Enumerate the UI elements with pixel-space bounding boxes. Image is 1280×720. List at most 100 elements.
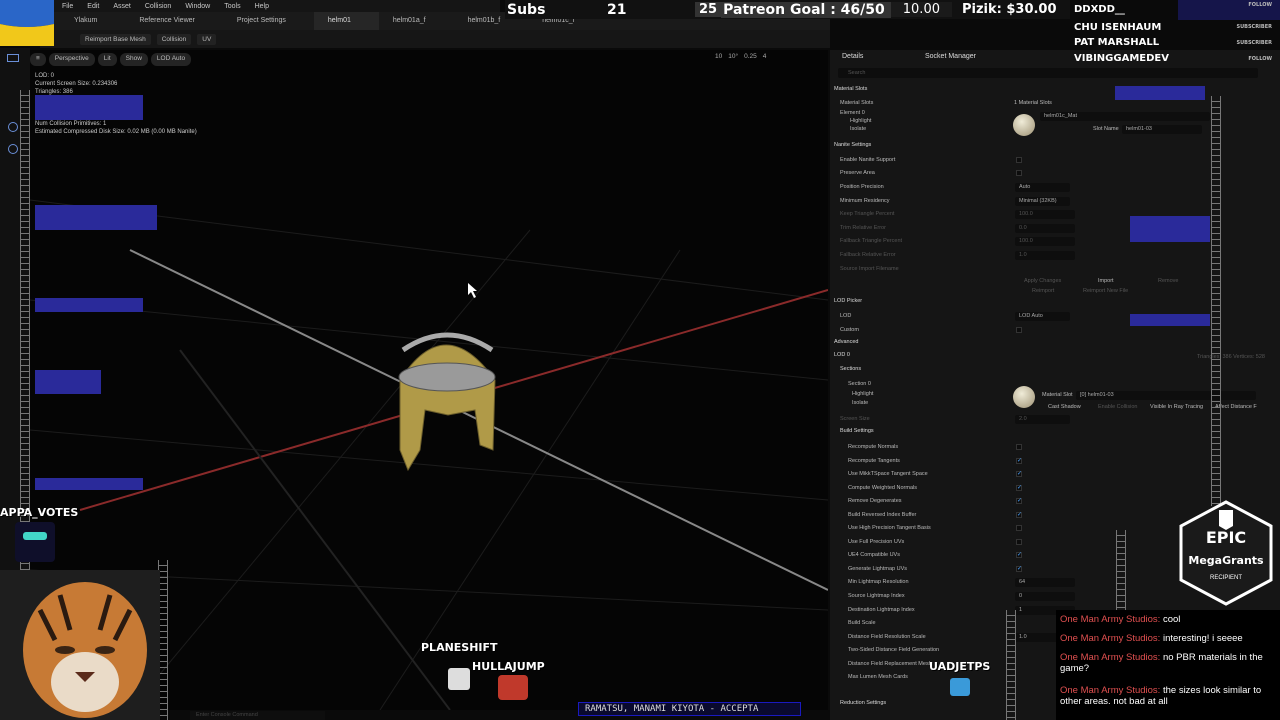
- tab-ylakum[interactable]: Ylakum: [60, 12, 125, 30]
- menu-file[interactable]: File: [62, 3, 73, 10]
- reimport-button-details[interactable]: Reimport: [1032, 286, 1054, 296]
- perspective-button[interactable]: Perspective: [48, 53, 95, 66]
- affect-distance-checkbox[interactable]: Affect Distance F: [1215, 402, 1257, 412]
- build-setting-checkbox[interactable]: ✓: [1016, 484, 1022, 491]
- build-setting-checkbox[interactable]: [1016, 525, 1022, 531]
- sections-header[interactable]: Sections: [840, 366, 861, 372]
- event-tag: SUBSCRIBER: [1236, 24, 1272, 30]
- enable-collision-checkbox[interactable]: Enable Collision: [1098, 402, 1137, 412]
- info-icon[interactable]: [8, 144, 18, 154]
- dst-lightmap-label: Destination Lightmap Index: [848, 607, 915, 613]
- menu-window[interactable]: Window: [185, 3, 210, 10]
- screen-size-input[interactable]: 2.0: [1015, 415, 1070, 424]
- build-setting-checkbox[interactable]: ✓: [1016, 498, 1022, 504]
- apply-changes-button[interactable]: Apply Changes: [1024, 276, 1061, 286]
- rotation-snap-value[interactable]: 10°: [728, 53, 738, 60]
- reimport-button[interactable]: Reimport Base Mesh: [80, 33, 151, 45]
- material-thumbnail[interactable]: [1013, 114, 1035, 136]
- visible-ray-tracing-checkbox[interactable]: Visible In Ray Tracing: [1150, 402, 1203, 412]
- build-setting-checkbox[interactable]: ✓: [1016, 511, 1022, 518]
- epic-title: EPIC: [1205, 528, 1247, 547]
- build-setting-checkbox[interactable]: ✓: [1016, 471, 1022, 477]
- show-button[interactable]: Show: [119, 53, 148, 66]
- menu-icon[interactable]: ≡: [30, 53, 46, 66]
- scale-snap-value[interactable]: 0.25: [744, 53, 757, 60]
- event-tag: FOLLOW: [1248, 2, 1272, 8]
- event-tag: SUBSCRIBER: [1236, 40, 1272, 46]
- remove-button[interactable]: Remove: [1158, 276, 1178, 286]
- menu-edit[interactable]: Edit: [87, 3, 99, 10]
- min-residency-label: Minimum Residency: [840, 198, 890, 204]
- min-lightmap-input[interactable]: 64: [1015, 578, 1075, 587]
- section-isolate-label: Isolate: [852, 400, 869, 406]
- custom-label: Custom: [840, 327, 859, 333]
- event-tag: FOLLOW: [1248, 56, 1272, 62]
- material-dropdown[interactable]: helm01c_Mat: [1040, 112, 1210, 121]
- build-setting-label: Use Full Precision UVs: [848, 538, 905, 545]
- position-precision-dropdown[interactable]: Auto: [1015, 183, 1070, 192]
- custom-checkbox[interactable]: [1016, 327, 1022, 333]
- build-setting-checkbox[interactable]: ✓: [1016, 552, 1022, 558]
- event-name: PAT MARSHALL: [1074, 37, 1160, 48]
- build-setting-checkbox[interactable]: ✓: [1016, 457, 1022, 464]
- tab-helm01a[interactable]: helm01a_f: [379, 12, 454, 30]
- build-setting-checkbox[interactable]: ✓: [1016, 565, 1022, 572]
- enable-nanite-label: Enable Nanite Support: [840, 157, 896, 163]
- min-lightmap-label: Min Lightmap Resolution: [848, 579, 909, 585]
- fallback-triangle-label: Fallback Triangle Percent: [840, 238, 903, 244]
- preserve-area-checkbox[interactable]: [1016, 170, 1022, 176]
- max-lumen-label: Max Lumen Mesh Cards: [848, 674, 908, 680]
- section-material-thumbnail[interactable]: [1013, 386, 1035, 408]
- build-setting-checkbox[interactable]: [1016, 538, 1022, 545]
- chat-message: One Man Army Studios: no PBR materials i…: [1060, 652, 1278, 674]
- tab-helm01[interactable]: helm01: [313, 12, 379, 30]
- cast-shadow-checkbox[interactable]: Cast Shadow: [1048, 402, 1081, 412]
- home-icon[interactable]: [7, 54, 19, 62]
- menu-asset[interactable]: Asset: [113, 3, 131, 10]
- lod-picker-header[interactable]: LOD Picker: [834, 298, 862, 304]
- menu-collision[interactable]: Collision: [145, 3, 171, 10]
- trim-error-input[interactable]: 0.0: [1015, 224, 1075, 233]
- tab-project-settings[interactable]: Project Settings: [223, 12, 314, 30]
- console-input[interactable]: Enter Console Command: [190, 711, 325, 720]
- chat-message: One Man Army Studios: interesting! i see…: [1060, 633, 1278, 644]
- grid-snap-value[interactable]: 10: [715, 53, 722, 60]
- material-slots-label: Material Slots: [840, 100, 874, 106]
- reimport-new-button[interactable]: Reimport New File: [1083, 286, 1128, 296]
- reduction-header[interactable]: Reduction Settings: [840, 700, 886, 706]
- preserve-area-label: Preserve Area: [840, 170, 875, 176]
- build-setting-checkbox[interactable]: [1016, 444, 1022, 450]
- enable-nanite-checkbox[interactable]: [1016, 157, 1022, 163]
- material-slots-header[interactable]: Material Slots: [834, 86, 867, 92]
- build-settings-header[interactable]: Build Settings: [840, 428, 874, 434]
- import-button[interactable]: Import: [1098, 276, 1114, 286]
- collision-button[interactable]: Collision: [156, 33, 192, 45]
- material-slot-dropdown[interactable]: [0] helm01-03: [1076, 391, 1256, 400]
- build-setting-label: Build Reversed Index Buffer: [848, 511, 917, 518]
- tab-reference-viewer[interactable]: Reference Viewer: [125, 12, 223, 30]
- tab-socket-manager[interactable]: Socket Manager: [925, 53, 976, 60]
- min-residency-dropdown[interactable]: Minimal (32KB): [1015, 197, 1070, 206]
- keep-triangle-label: Keep Triangle Percent: [840, 211, 895, 217]
- keep-triangle-input[interactable]: 100.0: [1015, 210, 1075, 219]
- uv-button[interactable]: UV: [197, 33, 217, 45]
- lit-button[interactable]: Lit: [97, 53, 117, 66]
- slot-name-input[interactable]: helm01-03: [1122, 125, 1202, 134]
- camera-speed-value[interactable]: 4: [763, 53, 767, 60]
- src-lightmap-input[interactable]: 0: [1015, 592, 1075, 601]
- details-search[interactable]: Search: [838, 68, 1258, 78]
- nanite-header[interactable]: Nanite Settings: [834, 142, 871, 148]
- advanced-header[interactable]: Advanced: [834, 339, 858, 345]
- tab-details[interactable]: Details: [842, 53, 863, 60]
- settings-icon[interactable]: [8, 122, 18, 132]
- df-resolution-label: Distance Field Resolution Scale: [848, 634, 926, 640]
- stream-chat: One Man Army Studios: cool One Man Army …: [1056, 610, 1280, 720]
- lod-dropdown[interactable]: LOD Auto: [1015, 312, 1070, 321]
- slot-name-label: Slot Name: [1093, 126, 1119, 132]
- lod-button[interactable]: LOD Auto: [150, 53, 192, 66]
- fallback-error-input[interactable]: 1.0: [1015, 251, 1075, 260]
- menu-help[interactable]: Help: [255, 3, 269, 10]
- menu-tools[interactable]: Tools: [224, 3, 240, 10]
- fallback-triangle-input[interactable]: 100.0: [1015, 237, 1075, 246]
- lod0-header[interactable]: LOD 0: [834, 352, 850, 358]
